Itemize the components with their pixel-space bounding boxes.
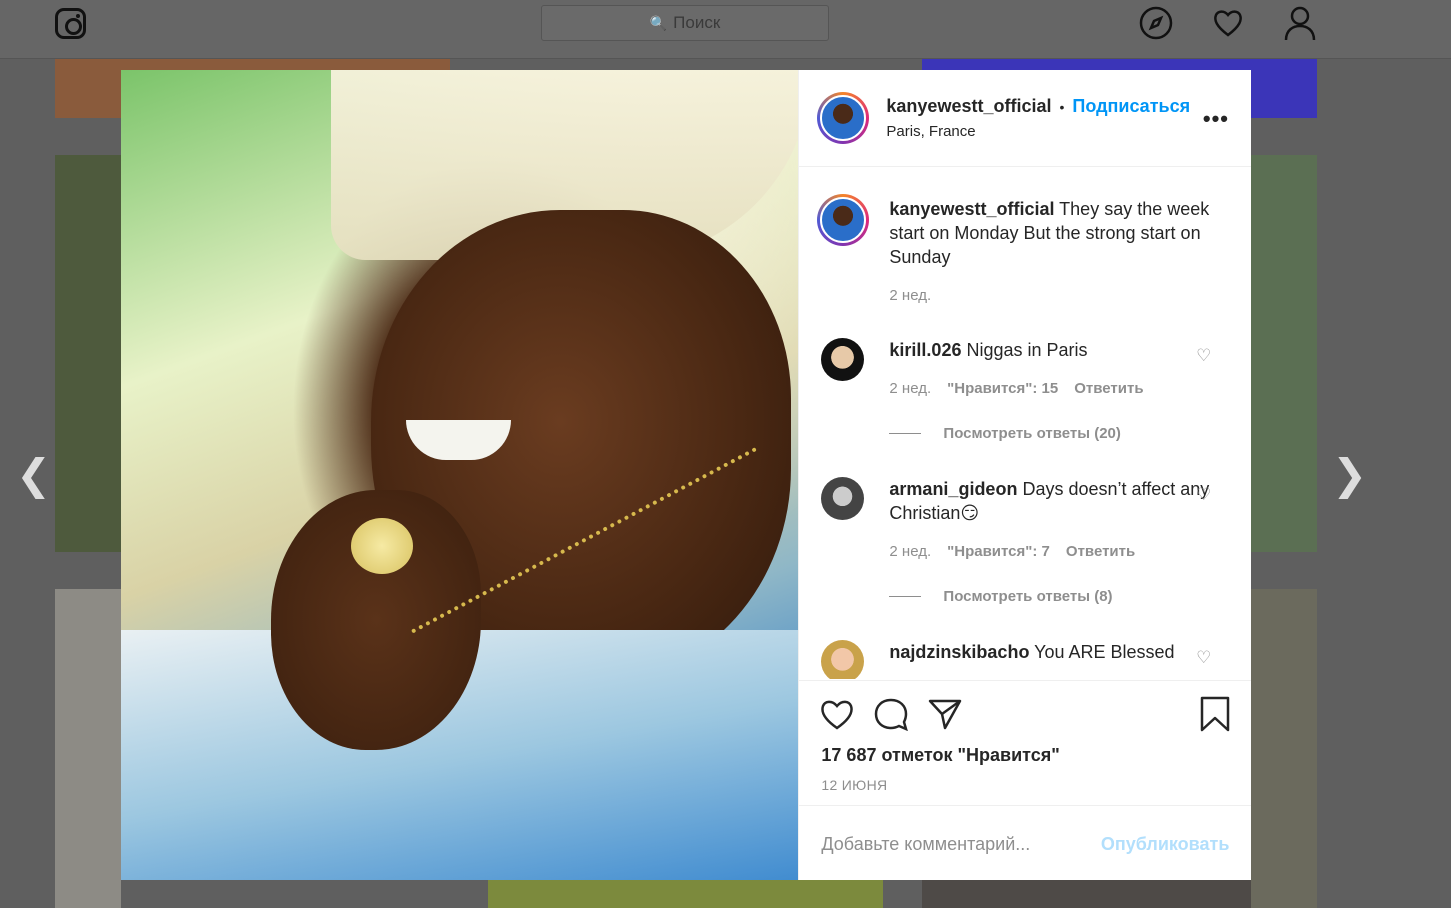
view-replies-label: Посмотреть ответы (8) — [943, 588, 1113, 605]
feed-tile[interactable] — [1251, 589, 1317, 908]
comment: najdzinskibacho You ARE Blessed — [889, 640, 1229, 664]
search-input[interactable]: 🔍 Поиск — [541, 5, 829, 41]
comment-like-icon[interactable]: ♡ — [1196, 648, 1211, 668]
add-comment-bar: Добавьте комментарий... Опубликовать — [799, 805, 1252, 881]
reply-button[interactable]: Ответить — [1074, 380, 1143, 397]
feed-tile[interactable] — [1251, 155, 1317, 552]
comment-text: Niggas in Paris — [966, 340, 1088, 360]
comment-username[interactable]: armani_gideon — [889, 479, 1017, 499]
comment: kirill.026 Niggas in Paris — [889, 338, 1229, 362]
feed-tile[interactable] — [488, 880, 883, 908]
comment-meta: 2 нед. "Нравится": 15 Ответить — [889, 380, 1143, 397]
comment-input[interactable]: Добавьте комментарий... — [821, 834, 1030, 855]
post-location[interactable]: Paris, France — [886, 123, 975, 140]
comment-text: You ARE Blessed — [1034, 642, 1175, 662]
instagram-logo-icon[interactable] — [55, 8, 86, 39]
avatar[interactable] — [817, 92, 870, 144]
comment-like-icon[interactable]: ♡ — [1196, 346, 1211, 366]
search-placeholder: Поиск — [673, 13, 721, 32]
avatar[interactable] — [821, 338, 865, 381]
more-icon[interactable]: ••• — [1203, 106, 1229, 132]
comment-time[interactable]: 2 нед. — [889, 380, 931, 397]
post-sidebar: kanyewestt_official • Подписаться Paris,… — [798, 70, 1252, 881]
comment-meta: 2 нед. "Нравится": 7 Ответить — [889, 543, 1135, 560]
caption-time[interactable]: 2 нед. — [889, 287, 931, 304]
top-nav-bar: 🔍 Поиск — [0, 0, 1451, 59]
comment-time[interactable]: 2 нед. — [889, 543, 931, 560]
dot-separator: • — [1059, 98, 1065, 115]
view-replies-button[interactable]: Посмотреть ответы (20) — [889, 425, 1121, 442]
share-icon[interactable] — [927, 697, 963, 736]
caption: kanyewestt_official They say the week st… — [889, 197, 1229, 269]
avatar[interactable] — [817, 194, 870, 246]
bookmark-icon[interactable] — [1199, 695, 1231, 738]
comment-username[interactable]: najdzinskibacho — [889, 642, 1029, 662]
comment-like-icon[interactable]: ♡ — [1196, 485, 1211, 505]
profile-icon[interactable] — [1283, 6, 1317, 42]
search-icon: 🔍 — [649, 14, 668, 31]
post-header: kanyewestt_official • Подписаться Paris,… — [799, 70, 1251, 167]
post-actions: 17 687 отметок "Нравится" 12 ИЮНЯ — [799, 680, 1252, 805]
post-photo[interactable] — [121, 70, 799, 880]
likes-count[interactable]: 17 687 отметок "Нравится" — [821, 745, 1059, 766]
follow-button[interactable]: Подписаться — [1072, 96, 1190, 117]
explore-icon[interactable] — [1139, 6, 1173, 42]
feed-tile[interactable] — [922, 880, 1251, 908]
comment-username[interactable]: kirill.026 — [889, 340, 961, 360]
post-username[interactable]: kanyewestt_official — [886, 96, 1051, 117]
comment: armani_gideon Days doesn’t affect any Ch… — [889, 477, 1229, 525]
avatar[interactable] — [821, 640, 865, 679]
caption-username[interactable]: kanyewestt_official — [889, 199, 1054, 219]
comments-list[interactable]: kanyewestt_official They say the week st… — [799, 167, 1251, 679]
prev-arrow-icon[interactable]: ❮ — [16, 454, 51, 496]
view-replies-label: Посмотреть ответы (20) — [943, 425, 1121, 442]
comment-likes[interactable]: "Нравится": 7 — [947, 543, 1050, 560]
post-modal: kanyewestt_official • Подписаться Paris,… — [121, 70, 1252, 881]
feed-tile[interactable] — [55, 589, 121, 908]
view-replies-button[interactable]: Посмотреть ответы (8) — [889, 588, 1113, 605]
comment-likes[interactable]: "Нравится": 15 — [947, 380, 1058, 397]
avatar[interactable] — [821, 477, 865, 520]
like-icon[interactable] — [819, 697, 855, 736]
publish-button[interactable]: Опубликовать — [1101, 834, 1230, 855]
comment-icon[interactable] — [873, 697, 909, 736]
next-arrow-icon[interactable]: ❯ — [1332, 454, 1367, 496]
heart-icon[interactable] — [1211, 6, 1245, 42]
post-date[interactable]: 12 ИЮНЯ — [821, 777, 887, 793]
reply-button[interactable]: Ответить — [1066, 543, 1135, 560]
feed-tile[interactable] — [55, 155, 121, 552]
caption-meta: 2 нед. — [889, 287, 931, 304]
